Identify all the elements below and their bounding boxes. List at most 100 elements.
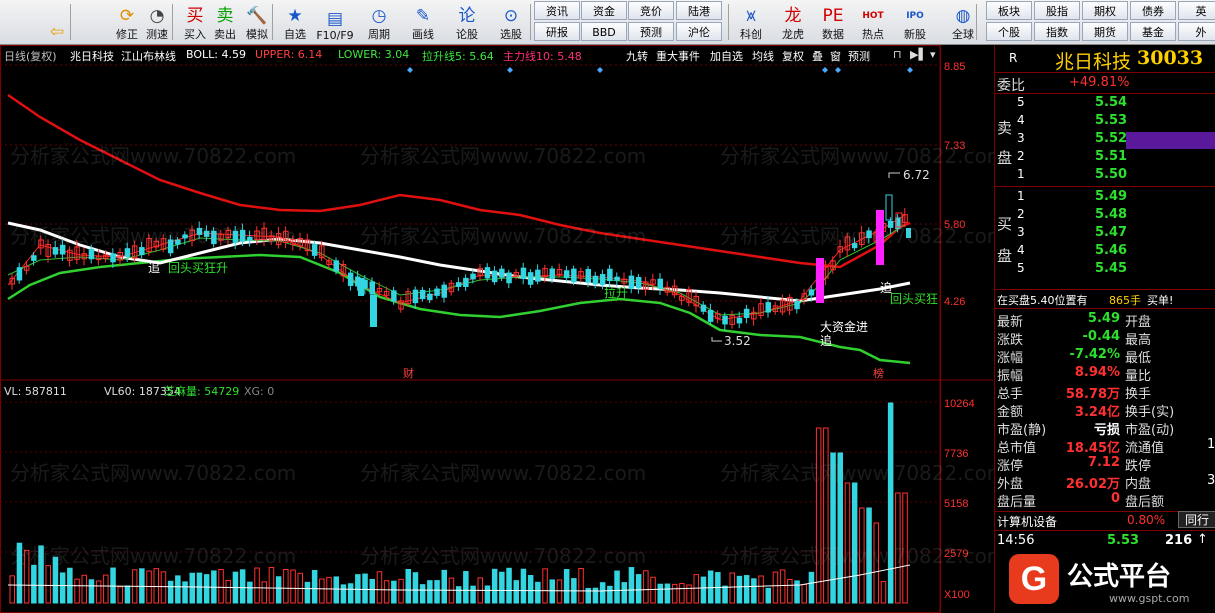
volume-bar <box>506 567 512 604</box>
toolbar-button-pe[interactable]: PE 数据 <box>816 2 850 42</box>
volume-bar <box>758 575 764 604</box>
toolbar-link-3[interactable]: 陆港 <box>676 1 722 20</box>
lock-icon[interactable]: ⊓ <box>893 48 902 61</box>
chart-tab-3[interactable]: 均线 <box>752 48 774 64</box>
toolbar-button-back-arrow[interactable]: ⇦ <box>40 2 74 42</box>
buy-level-price[interactable]: 5.47 <box>1095 225 1127 240</box>
candle-body <box>441 284 447 298</box>
buy-level-price[interactable]: 5.48 <box>1095 207 1127 222</box>
toolbar-button-label: 论股 <box>456 28 478 41</box>
period-label[interactable]: 日线(复权) <box>4 48 57 64</box>
market-tab2-4[interactable]: 外 <box>1178 22 1215 41</box>
volume-bar <box>333 576 339 604</box>
tongxing-button[interactable]: 同行 <box>1178 511 1215 528</box>
sell-level-price[interactable]: 5.53 <box>1095 113 1127 128</box>
candle-body <box>124 248 131 257</box>
market-tab-0[interactable]: 板块 <box>986 1 1032 20</box>
market-tab-3[interactable]: 债券 <box>1130 1 1176 20</box>
market-tab2-2[interactable]: 期货 <box>1082 22 1128 41</box>
volume-bar <box>607 585 613 604</box>
volume-bar <box>455 586 462 604</box>
toolbar-link-0[interactable]: 资讯 <box>534 1 580 20</box>
toolbar-link2-0[interactable]: 研报 <box>534 22 580 41</box>
toolbar-button-label: 卖出 <box>214 28 236 41</box>
volume-bar <box>614 570 620 604</box>
toolbar-button-discuss[interactable]: 论论股 <box>450 2 484 42</box>
toolbar-button-hammer[interactable]: 🔨 模拟 <box>240 2 274 42</box>
candle-body <box>535 269 541 282</box>
chart-tab-6[interactable]: 窗 <box>830 48 841 64</box>
sell-level-price[interactable]: 5.54 <box>1095 95 1127 110</box>
candle-body <box>722 315 728 325</box>
market-tab2-0[interactable]: 个股 <box>986 22 1032 41</box>
stat-label: 盘后量 <box>997 495 1037 510</box>
toolbar-button-refresh[interactable]: ⟳ 修正 <box>110 2 144 42</box>
limit-up-candle <box>816 258 824 303</box>
volume-bar <box>290 569 296 604</box>
tick-time: 14:56 <box>997 533 1035 548</box>
event-diamond-icon <box>407 67 413 73</box>
volume-bar <box>787 578 793 604</box>
toolbar-button-hot[interactable]: HOT 热点 <box>856 2 890 42</box>
toolbar-link-2[interactable]: 竞价 <box>628 1 674 20</box>
industry-name[interactable]: 计算机设备 <box>997 513 1057 530</box>
candle-body <box>232 230 239 243</box>
volume-bar <box>261 581 267 604</box>
volume-axis-label: 5158 <box>944 498 968 510</box>
toolbar-button-buy[interactable]: 买买入 <box>178 2 212 42</box>
stat-label: 金额 <box>997 405 1024 420</box>
market-tab-1[interactable]: 股指 <box>1034 1 1080 20</box>
toolbar-button-sell[interactable]: 卖卖出 <box>208 2 242 42</box>
toolbar-button-ipo[interactable]: IPO 新股 <box>898 2 932 42</box>
chart-tab-0[interactable]: 九转 <box>626 48 648 64</box>
buy-level-price[interactable]: 5.46 <box>1095 243 1127 258</box>
toolbar-button-star-folder[interactable]: ★ 自选 <box>278 2 312 42</box>
expand-icon[interactable]: ▶▌ <box>910 48 927 61</box>
stat-label: 涨停 <box>997 459 1024 474</box>
toolbar-link-1[interactable]: 资金 <box>581 1 627 20</box>
kline-chart-area[interactable]: 8.85 7.33 5.80 4.26 10264 7736 5158 2579 X100 6.7… <box>0 45 1006 613</box>
volume-bar <box>859 507 865 604</box>
market-tab2-3[interactable]: 基金 <box>1130 22 1176 41</box>
toolbar-button-clock[interactable]: ◷ 周期 <box>362 2 396 42</box>
toolbar-button-globe[interactable]: ◍ 全球 <box>946 2 980 42</box>
chart-tab-4[interactable]: 复权 <box>782 48 804 64</box>
sell-level-price[interactable]: 5.52 <box>1095 131 1127 146</box>
stat-label: 换手 <box>1125 387 1152 402</box>
candle-body <box>52 247 59 255</box>
volume-bar <box>491 568 498 604</box>
toolbar-button-dragon[interactable]: 龙龙虎 <box>776 2 810 42</box>
chart-tab-5[interactable]: 叠 <box>812 48 823 64</box>
market-tab-4[interactable]: 英 <box>1178 1 1215 20</box>
hammer-icon: 🔨 <box>246 6 268 26</box>
market-tab2-1[interactable]: 指数 <box>1034 22 1080 41</box>
toolbar-link2-3[interactable]: 沪伦 <box>676 22 722 41</box>
candle-body <box>333 260 339 272</box>
buy-level-price[interactable]: 5.45 <box>1095 261 1127 276</box>
toolbar-button-magnifier[interactable]: ⊙ 选股 <box>494 2 528 42</box>
toolbar-link2-2[interactable]: 预测 <box>628 22 674 41</box>
chart-tab-2[interactable]: 加自选 <box>710 48 743 64</box>
chart-canvas[interactable]: 8.857.335.804.2610264773651582579X1006.7… <box>0 45 993 613</box>
volume-bar <box>275 576 282 604</box>
toolbar-button-stopwatch[interactable]: ◔ 测速 <box>140 2 174 42</box>
market-tab-2[interactable]: 期权 <box>1082 1 1128 20</box>
toolbar-button-pencil[interactable]: ✎ 画线 <box>406 2 440 42</box>
toolbar-button-f10[interactable]: ▤ F10/F9 <box>316 2 353 42</box>
candle-body <box>211 230 217 245</box>
candle-body <box>549 268 555 279</box>
volume-bar <box>434 580 440 604</box>
sell-level-price[interactable]: 5.50 <box>1095 167 1127 182</box>
indicator-name[interactable]: 江山布林线 <box>121 48 176 64</box>
toolbar-button-chart[interactable]: ⩙ 科创 <box>734 2 768 42</box>
toolbar-link2-1[interactable]: BBD <box>581 22 627 41</box>
queue-volume: 865手 <box>1109 294 1141 307</box>
chart-tab-1[interactable]: 重大事件 <box>656 48 700 64</box>
buy-level-price[interactable]: 5.49 <box>1095 189 1127 204</box>
stock-name: 兆日科技 <box>70 50 114 63</box>
candle-body <box>628 275 635 289</box>
chart-tab-7[interactable]: 预测 <box>848 48 870 64</box>
sell-level-price[interactable]: 5.51 <box>1095 149 1127 164</box>
candle-body <box>866 230 872 239</box>
dropdown-icon[interactable]: ▾ <box>930 48 936 61</box>
